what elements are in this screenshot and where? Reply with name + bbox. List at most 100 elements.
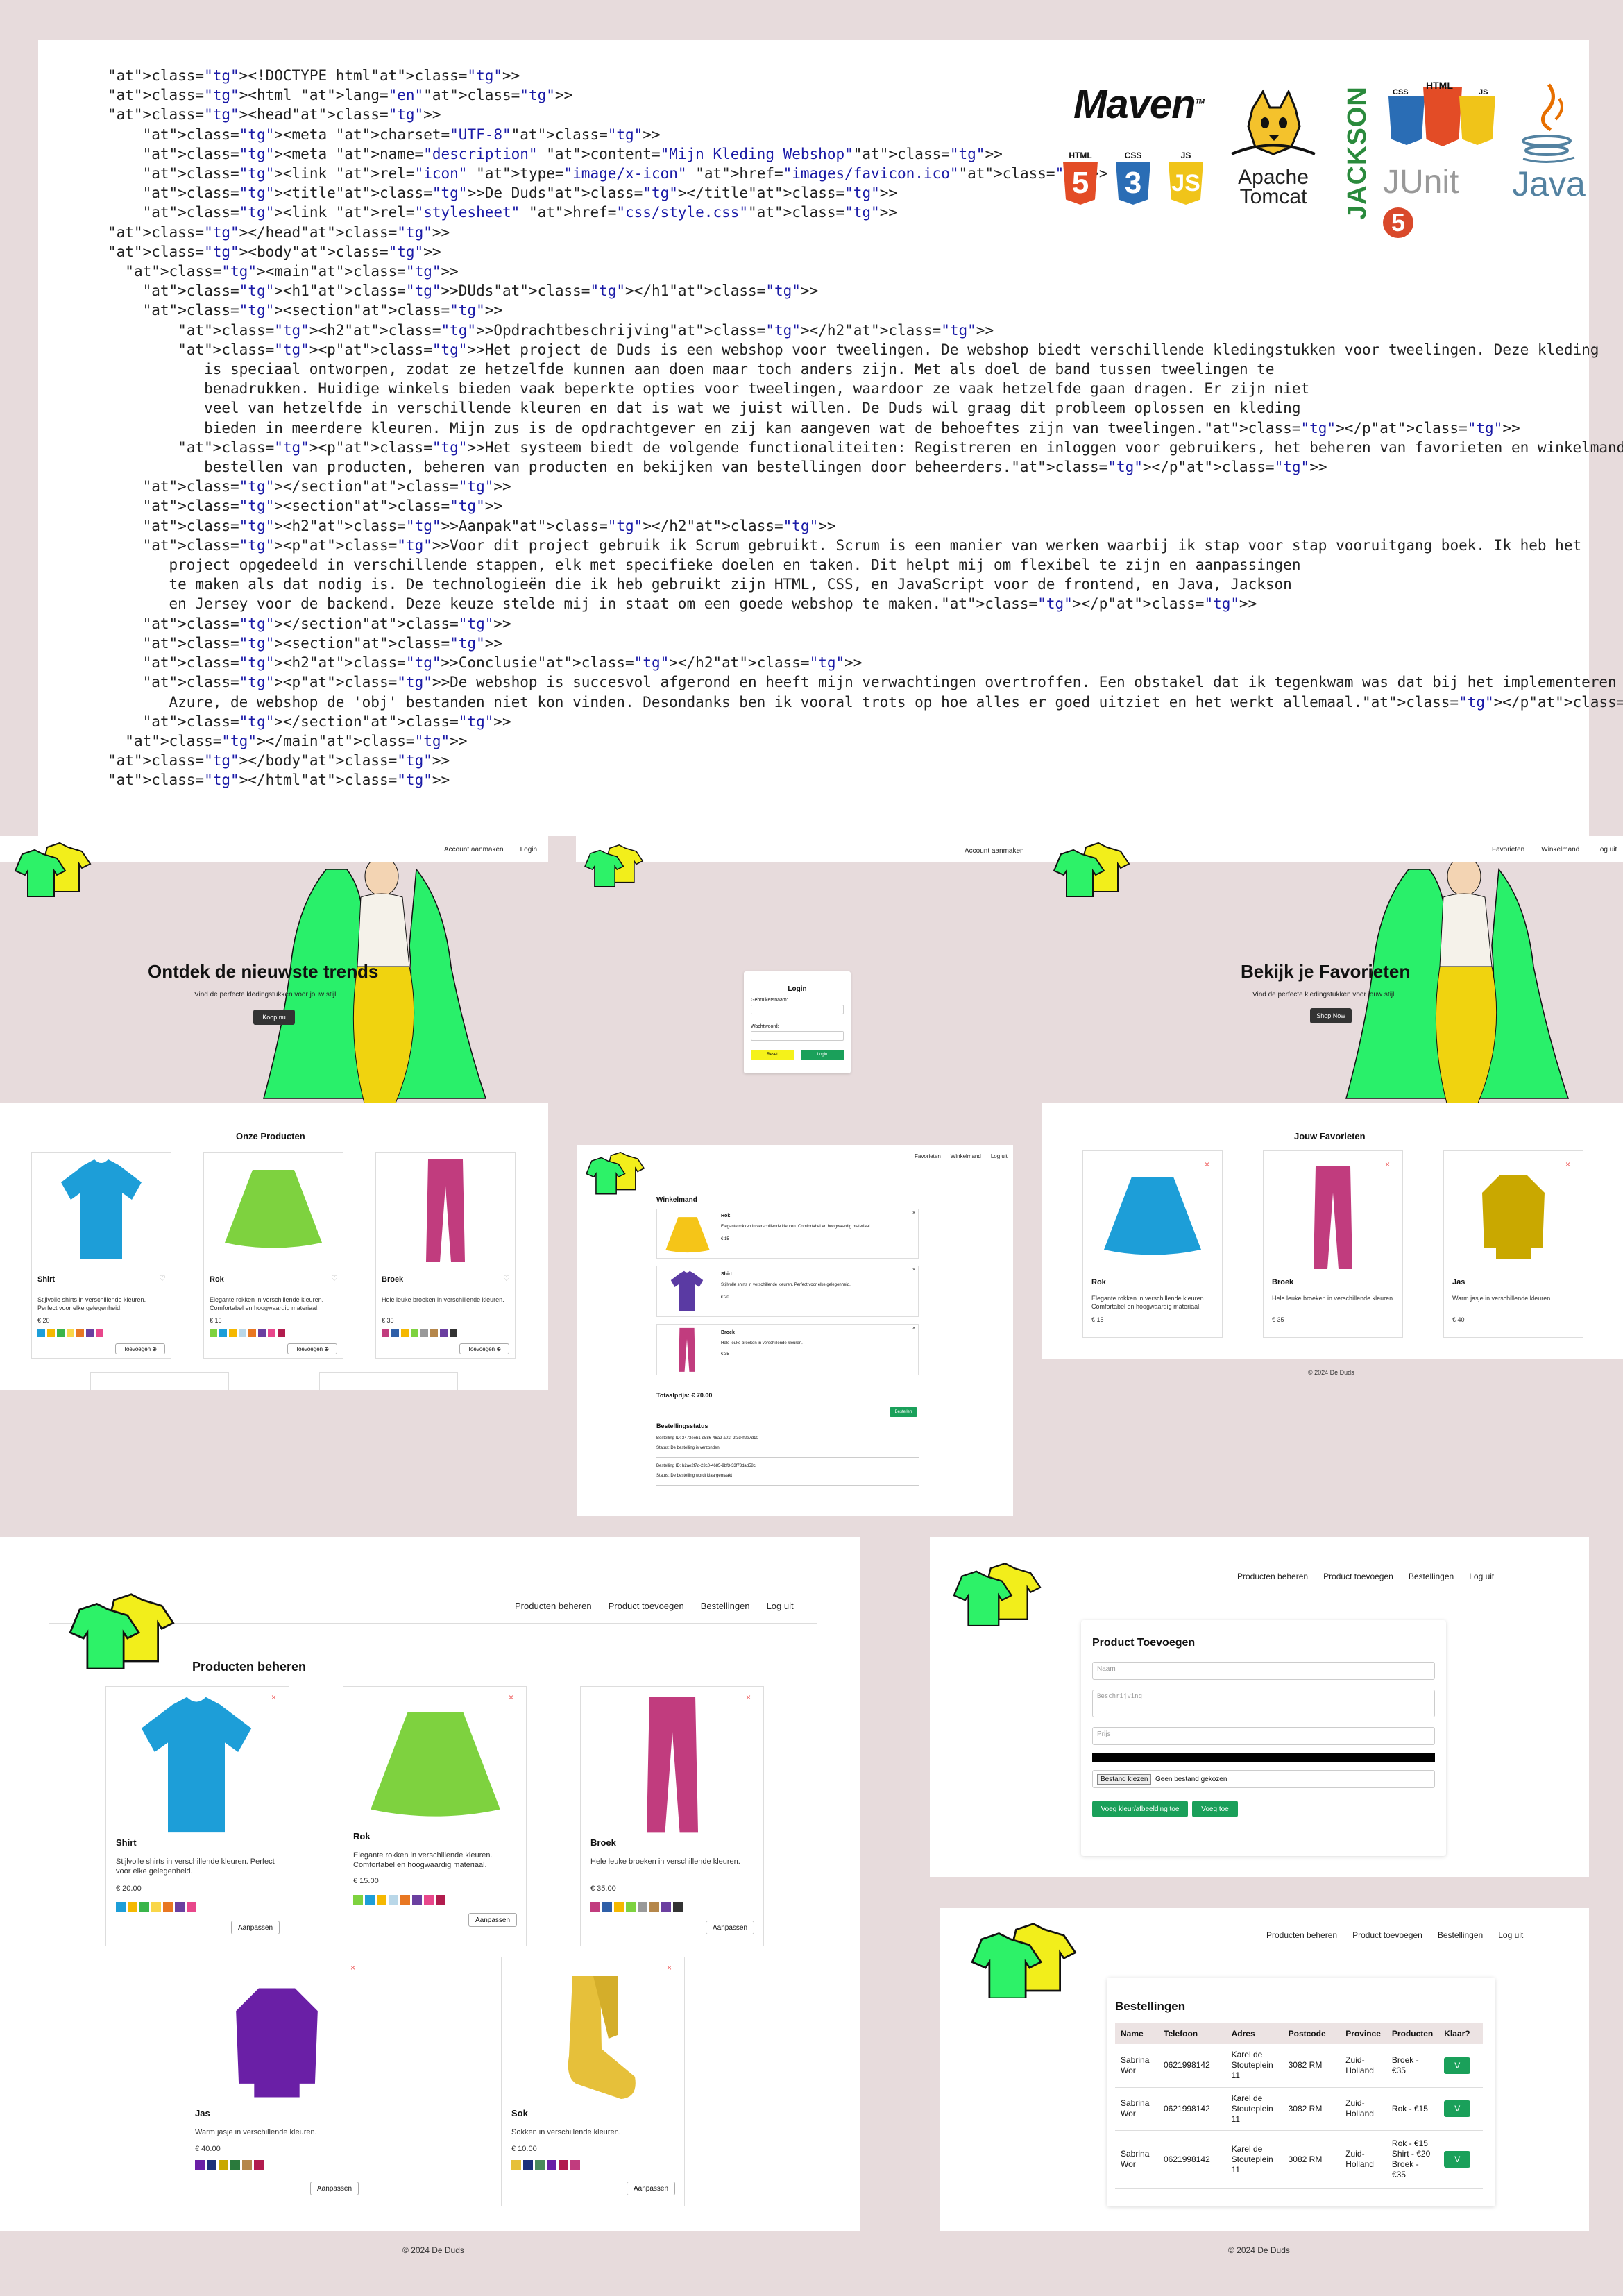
duds-logo[interactable] (951, 1562, 1055, 1627)
product-name: Shirt (37, 1275, 56, 1284)
reset-button[interactable]: Reset (751, 1050, 794, 1060)
col-klaar: Klaar? (1438, 2023, 1483, 2044)
delete-icon[interactable]: × (271, 1692, 276, 1702)
add-product-button[interactable]: Voeg toe (1192, 1801, 1238, 1817)
product-card-partial (319, 1372, 458, 1390)
nav-producten-beheren[interactable]: Producten beheren (515, 1601, 592, 1611)
toevoegen-button[interactable]: Toevoegen ⊕ (459, 1343, 509, 1354)
remove-icon[interactable]: × (1205, 1159, 1209, 1169)
done-button[interactable]: V (1444, 2151, 1471, 2168)
product-card-rok[interactable]: Rok ♡ Elegante rokken in verschillende k… (203, 1152, 343, 1359)
remove-icon[interactable]: × (1385, 1159, 1390, 1169)
price-input[interactable]: Prijs (1092, 1727, 1435, 1745)
remove-icon[interactable]: × (1565, 1159, 1570, 1169)
product-price: € 40.00 (195, 2145, 221, 2153)
cart-page: Favorieten Winkelmand Log uit Winkelmand… (577, 1145, 1013, 1516)
add-color-button[interactable]: Voeg kleur/afbeelding toe (1092, 1801, 1188, 1817)
aanpassen-button[interactable]: Aanpassen (706, 1921, 754, 1934)
delete-icon[interactable]: × (667, 1963, 672, 1973)
login-submit-button[interactable]: Login (801, 1050, 844, 1060)
cart-item: Shirt Stijlvolle shirts in verschillende… (656, 1266, 919, 1317)
duds-logo[interactable] (584, 1150, 654, 1195)
html-css-js-logo: HTML CSS JS (1383, 80, 1499, 162)
color-swatches[interactable] (382, 1329, 457, 1337)
footer: © 2024 De Duds (1308, 1369, 1354, 1376)
username-input[interactable] (751, 1005, 844, 1014)
delete-icon[interactable]: × (350, 1963, 355, 1973)
aanpassen-button[interactable]: Aanpassen (627, 2182, 675, 2195)
product-card-partial (90, 1372, 229, 1390)
product-card-broek[interactable]: Broek ♡ Hele leuke broeken in verschille… (375, 1152, 516, 1359)
favorite-card-broek[interactable]: × Broek Hele leuke broeken in verschille… (1263, 1150, 1403, 1338)
file-input[interactable]: Bestand kiezen Geen bestand gekozen (1092, 1770, 1435, 1788)
toevoegen-button[interactable]: Toevoegen ⊕ (287, 1343, 337, 1354)
product-card-shirt[interactable]: Shirt ♡ Stijlvolle shirts in verschillen… (31, 1152, 171, 1359)
product-desc: Elegante rokken in verschillende kleuren… (1091, 1295, 1206, 1310)
col-postcode: Postcode (1282, 2023, 1341, 2044)
done-button[interactable]: V (1444, 2057, 1471, 2074)
delete-icon[interactable]: × (746, 1692, 751, 1702)
nav-log-uit[interactable]: Log uit (1596, 846, 1617, 853)
password-input[interactable] (751, 1031, 844, 1041)
orders-table: Name Telefoon Adres Postcode Province Pr… (1115, 2023, 1483, 2189)
description-input[interactable]: Beschrijving (1092, 1690, 1435, 1717)
remove-icon[interactable]: × (912, 1268, 915, 1273)
hero-model-image (1325, 856, 1589, 1104)
shop-now-button[interactable]: Shop Now (1310, 1008, 1352, 1023)
nav-login[interactable]: Login (520, 846, 537, 853)
remove-icon[interactable]: × (912, 1211, 915, 1216)
aanpassen-button[interactable]: Aanpassen (310, 2182, 359, 2195)
aanpassen-button[interactable]: Aanpassen (468, 1913, 517, 1927)
nav-log-uit[interactable]: Log uit (767, 1601, 794, 1611)
delete-icon[interactable]: × (509, 1692, 513, 1702)
product-name: Jas (1452, 1278, 1465, 1286)
nav-bestellingen[interactable]: Bestellingen (1409, 1572, 1454, 1581)
color-swatches[interactable] (37, 1329, 103, 1337)
css3-icon: CSS 3 (1114, 151, 1153, 207)
favorite-card-jas[interactable]: × Jas Warm jasje in verschillende kleure… (1443, 1150, 1583, 1338)
html5-icon: HTML 5 (1061, 151, 1100, 207)
nav-log-uit[interactable]: Log uit (1469, 1572, 1494, 1581)
hero-subtitle: Vind de perfecte kledingstukken voor jou… (1252, 991, 1395, 998)
nav-winkelmand[interactable]: Winkelmand (951, 1153, 981, 1159)
heart-icon[interactable]: ♡ (331, 1274, 338, 1283)
heart-icon[interactable]: ♡ (159, 1274, 166, 1283)
koop-nu-button[interactable]: Koop nu (253, 1010, 295, 1025)
nav-product-toevoegen[interactable]: Product toevoegen (609, 1601, 684, 1611)
nav-winkelmand[interactable]: Winkelmand (1541, 846, 1579, 853)
nav-product-toevoegen[interactable]: Product toevoegen (1323, 1572, 1393, 1581)
remove-icon[interactable]: × (912, 1326, 915, 1331)
nav-account-aanmaken[interactable]: Account aanmaken (444, 846, 504, 853)
nav-producten-beheren[interactable]: Producten beheren (1266, 1930, 1337, 1940)
aanpassen-button[interactable]: Aanpassen (231, 1921, 280, 1934)
product-desc: Hele leuke broeken in verschillende kleu… (1272, 1295, 1395, 1302)
duds-logo[interactable] (66, 1592, 191, 1670)
color-swatches[interactable] (210, 1329, 285, 1337)
duds-logo[interactable] (1051, 842, 1141, 898)
bestellen-button[interactable]: Bestellen (890, 1407, 917, 1417)
junit-logo: JUnit 5 (1383, 164, 1459, 238)
duds-logo[interactable] (583, 843, 652, 887)
nav-favorieten[interactable]: Favorieten (915, 1153, 941, 1159)
nav-bestellingen[interactable]: Bestellingen (701, 1601, 750, 1611)
toevoegen-button[interactable]: Toevoegen ⊕ (115, 1343, 165, 1354)
color-picker[interactable] (1092, 1753, 1435, 1762)
nav-product-toevoegen[interactable]: Product toevoegen (1352, 1930, 1422, 1940)
product-desc: Hele leuke broeken in verschillende kleu… (590, 1857, 740, 1866)
admin-product-card-rok: × Rok Elegante rokken in verschillende k… (343, 1686, 527, 1946)
favorite-card-rok[interactable]: × Rok Elegante rokken in verschillende k… (1082, 1150, 1223, 1338)
product-desc: Warm jasje in verschillende kleuren. (195, 2128, 317, 2136)
done-button[interactable]: V (1444, 2100, 1471, 2117)
nav-log-uit[interactable]: Log uit (1498, 1930, 1523, 1940)
product-name: Shirt (116, 1837, 137, 1848)
nav-account-aanmaken[interactable]: Account aanmaken (965, 847, 1024, 855)
nav-favorieten[interactable]: Favorieten (1492, 846, 1524, 853)
heart-icon[interactable]: ♡ (503, 1274, 510, 1283)
duds-logo[interactable] (968, 1922, 1093, 2000)
file-choose-button[interactable]: Bestand kiezen (1097, 1774, 1152, 1785)
nav-producten-beheren[interactable]: Producten beheren (1237, 1572, 1308, 1581)
duds-logo[interactable] (12, 842, 103, 898)
nav-log-uit[interactable]: Log uit (991, 1153, 1008, 1159)
nav-bestellingen[interactable]: Bestellingen (1438, 1930, 1483, 1940)
name-input[interactable]: Naam (1092, 1662, 1435, 1680)
